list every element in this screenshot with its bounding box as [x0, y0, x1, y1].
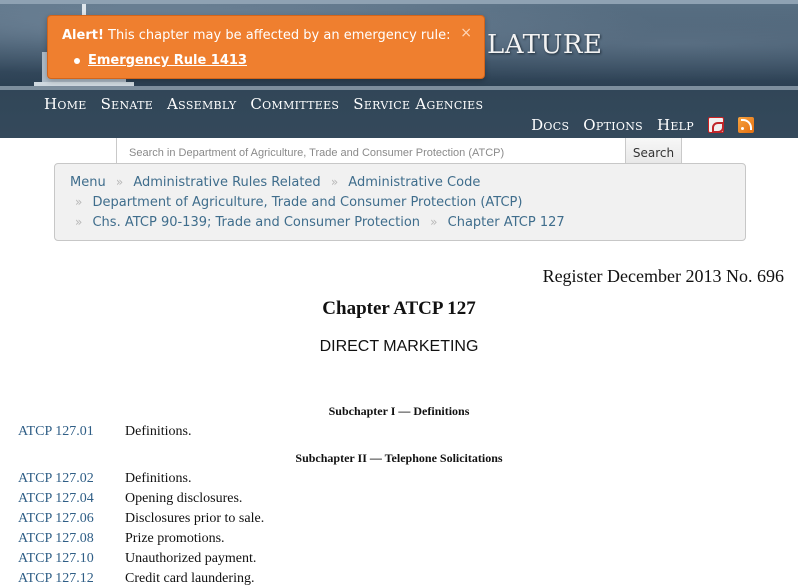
chapter-title: Chapter ATCP 127 [322, 298, 476, 319]
breadcrumb-chapter-atcp-127[interactable]: Chapter ATCP 127 [448, 215, 565, 230]
breadcrumb-separator: » [330, 175, 339, 189]
nav-home[interactable]: Home [44, 95, 87, 113]
breadcrumb-row: » Chs. ATCP 90-139; Trade and Consumer P… [75, 215, 565, 230]
subchapter-heading: Subchapter I — Definitions [328, 404, 470, 418]
toc-row: ATCP 127.02 Definitions. [18, 471, 192, 491]
section-title: Definitions. [125, 424, 192, 439]
section-link[interactable]: ATCP 127.02 [18, 471, 125, 491]
nav-assembly[interactable]: Assembly [167, 95, 236, 113]
breadcrumb-admin-rules-related[interactable]: Administrative Rules Related [133, 175, 320, 190]
secondary-nav: Docs Options Help [531, 116, 754, 134]
nav-help[interactable]: Help [657, 116, 694, 134]
register-info: Register December 2013 No. 696 [542, 266, 784, 286]
site-title: LATURE [487, 30, 603, 60]
breadcrumb-admin-code[interactable]: Administrative Code [348, 175, 480, 190]
rss-icon[interactable] [738, 117, 754, 133]
breadcrumb-separator: » [75, 195, 83, 209]
toc-row: ATCP 127.12 Credit card laundering. [18, 571, 254, 587]
primary-nav: Home Senate Assembly Committees Service … [44, 95, 483, 113]
toc-row: ATCP 127.06 Disclosures prior to sale. [18, 511, 264, 531]
section-link[interactable]: ATCP 127.12 [18, 571, 125, 587]
alert-message: Alert! This chapter may be affected by a… [62, 28, 451, 43]
emergency-rule-alert: Alert! This chapter may be affected by a… [47, 15, 485, 79]
chapter-subtitle: DIRECT MARKETING [319, 338, 479, 355]
toc-row: ATCP 127.01 Definitions. [18, 424, 192, 444]
section-link[interactable]: ATCP 127.04 [18, 491, 125, 511]
toc-row: ATCP 127.04 Opening disclosures. [18, 491, 242, 511]
section-title: Prize promotions. [125, 531, 225, 546]
nav-committees[interactable]: Committees [250, 95, 339, 113]
toc-row: ATCP 127.08 Prize promotions. [18, 531, 225, 551]
toc-row: ATCP 127.10 Unauthorized payment. [18, 551, 256, 571]
breadcrumb-row: Menu » Administrative Rules Related » Ad… [70, 175, 480, 190]
breadcrumb-separator: » [430, 215, 438, 229]
banner-separator [0, 86, 798, 90]
breadcrumb-menu[interactable]: Menu [70, 175, 106, 190]
breadcrumb-department-atcp[interactable]: Department of Agriculture, Trade and Con… [92, 195, 522, 210]
breadcrumb-row: » Department of Agriculture, Trade and C… [75, 195, 522, 210]
section-title: Unauthorized payment. [125, 551, 257, 566]
section-title: Credit card laundering. [125, 571, 255, 586]
nav-service-agencies[interactable]: Service Agencies [353, 95, 483, 113]
section-title: Definitions. [125, 471, 192, 486]
close-icon[interactable]: × [460, 25, 472, 41]
pdf-icon[interactable] [708, 117, 724, 133]
breadcrumb-chapters-range[interactable]: Chs. ATCP 90-139; Trade and Consumer Pro… [92, 215, 420, 230]
alert-text: This chapter may be affected by an emerg… [103, 28, 451, 43]
bullet-icon [74, 57, 80, 64]
section-title: Disclosures prior to sale. [125, 511, 265, 526]
section-title: Opening disclosures. [125, 491, 243, 506]
emergency-rule-link[interactable]: Emergency Rule 1413 [88, 53, 247, 68]
nav-options[interactable]: Options [583, 116, 643, 134]
section-link[interactable]: ATCP 127.10 [18, 551, 125, 571]
nav-senate[interactable]: Senate [101, 95, 153, 113]
alert-label: Alert! [62, 28, 104, 43]
breadcrumb-separator: » [115, 175, 124, 189]
nav-docs[interactable]: Docs [531, 116, 569, 134]
breadcrumb-separator: » [75, 215, 83, 229]
subchapter-heading: Subchapter II — Telephone Solicitations [295, 451, 503, 465]
section-link[interactable]: ATCP 127.01 [18, 424, 125, 444]
alert-list-item: Emergency Rule 1413 [74, 53, 247, 68]
breadcrumb: Menu » Administrative Rules Related » Ad… [54, 163, 746, 241]
section-link[interactable]: ATCP 127.06 [18, 511, 125, 531]
section-link[interactable]: ATCP 127.08 [18, 531, 125, 551]
